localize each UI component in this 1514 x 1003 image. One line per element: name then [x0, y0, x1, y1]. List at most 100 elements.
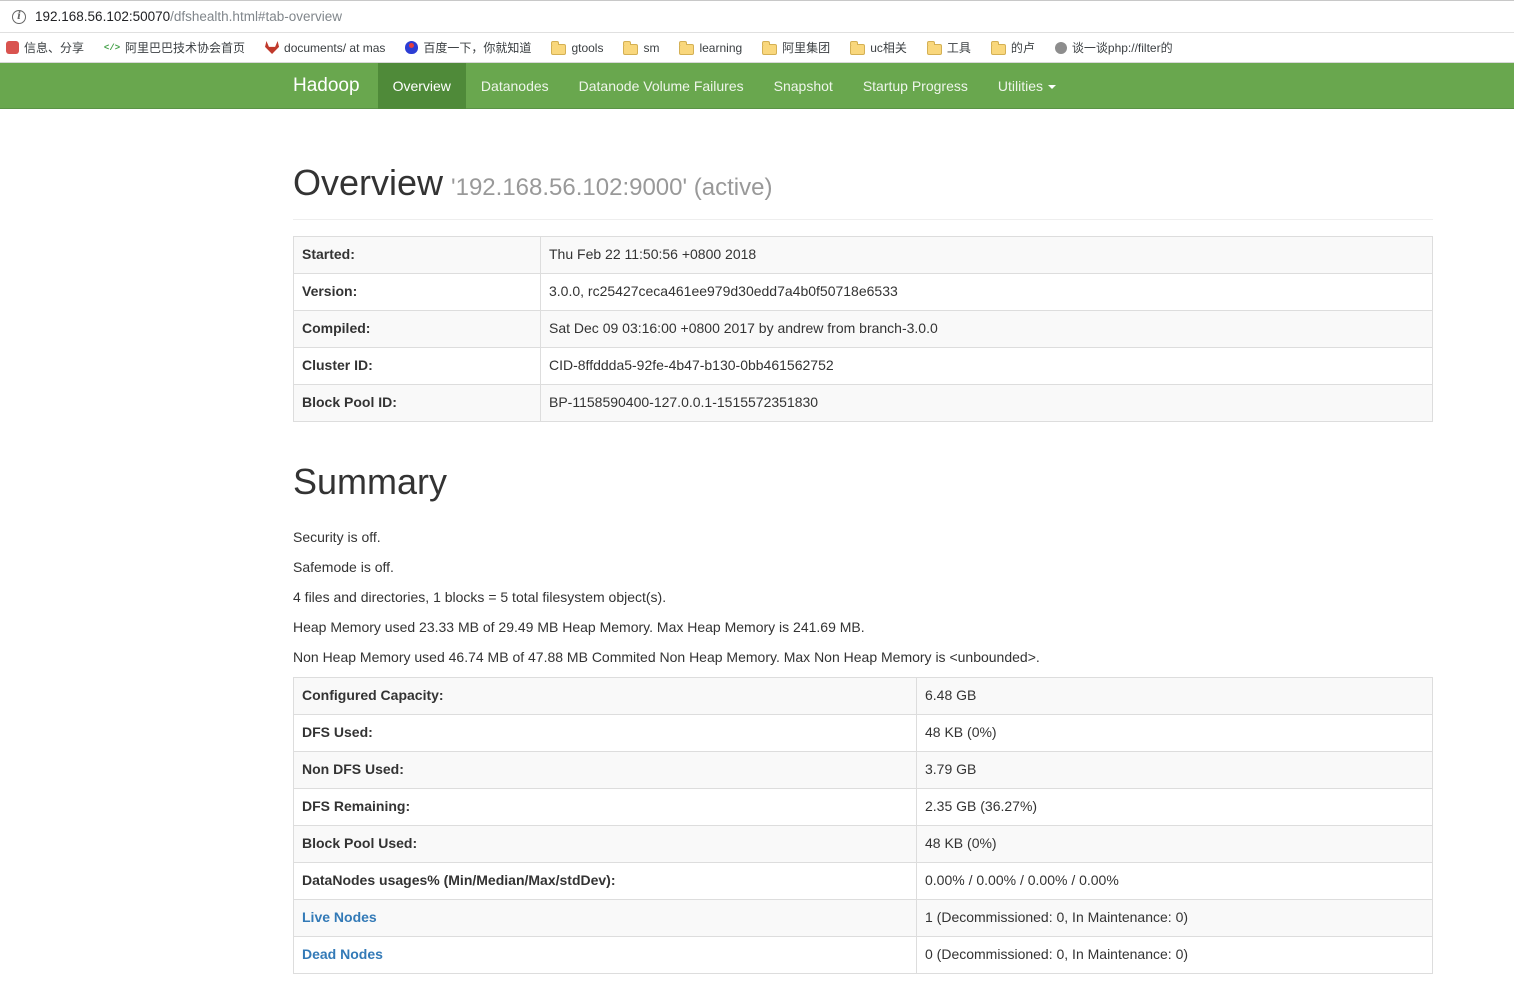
nav-tab-label: Datanodes [480, 78, 549, 94]
overview-title: Overview [293, 162, 444, 203]
brand-hadoop[interactable]: Hadoop [293, 63, 360, 109]
bookmark-item[interactable]: 信息、分享 [6, 39, 84, 56]
summary-line: 4 files and directories, 1 blocks = 5 to… [293, 589, 667, 606]
row-value: BP-1158590400-127.0.0.1-1515572351830 [540, 383, 1433, 422]
row-label: DataNodes usages% (Min/Median/Max/stdDev… [293, 862, 917, 901]
bookmark-item[interactable]: 阿里巴巴技术协会首页 [104, 39, 245, 56]
bookmark-item[interactable]: documents/ at mas [265, 41, 385, 55]
nav-tab-label: Startup Progress [862, 78, 968, 94]
row-value: 3.0.0, rc25427ceca461ee979d30edd7a4b0f50… [540, 272, 1433, 311]
folder-icon [926, 40, 942, 55]
browser-chrome: 192.168.56.102:50070/dfshealth.html#tab-… [0, 0, 1514, 63]
bookmark-item[interactable]: 百度一下，你就知道 [405, 39, 531, 56]
url-bar[interactable]: 192.168.56.102:50070/dfshealth.html#tab-… [0, 0, 1514, 33]
bookmark-item[interactable]: uc相关 [850, 39, 907, 56]
summary-line: Heap Memory used 23.33 MB of 29.49 MB He… [293, 619, 865, 636]
nav-tabs: Overview Datanodes Datanode Volume Failu… [377, 63, 1071, 109]
nav-tab-label: Snapshot [773, 78, 833, 94]
nav-tab[interactable]: Utilities [983, 63, 1071, 109]
url-path: /dfshealth.html#tab-overview [170, 9, 342, 24]
row-link[interactable]: Dead Nodes [293, 936, 917, 974]
bookmark-label: 阿里巴巴技术协会首页 [125, 41, 246, 55]
bookmark-label: 阿里集团 [782, 41, 831, 55]
table-row: Block Pool ID: BP-1158590400-127.0.0.1-1… [293, 383, 1433, 422]
overview-subtitle: '192.168.56.102:9000' (active) [451, 174, 773, 201]
chevron-down-icon [1048, 85, 1056, 90]
bookmark-item[interactable]: learning [679, 40, 742, 55]
table-row: Live Nodes 1 (Decommissioned: 0, In Main… [293, 899, 1433, 937]
table-row: Started: Thu Feb 22 11:50:56 +0800 2018 [293, 235, 1433, 274]
nav-tab[interactable]: Startup Progress [848, 63, 983, 109]
bookmark-item[interactable]: 阿里集团 [762, 39, 830, 56]
row-label: Block Pool ID: [293, 383, 541, 422]
row-value: Thu Feb 22 11:50:56 +0800 2018 [540, 235, 1433, 274]
row-value: 48 KB (0%) [916, 825, 1433, 864]
info-icon[interactable] [12, 9, 26, 24]
bookmark-label: documents/ at mas [284, 40, 386, 55]
nav-tab-label: Overview [392, 78, 451, 94]
row-label: Version: [293, 272, 541, 311]
row-value: 6.48 GB [916, 677, 1433, 716]
row-label: Compiled: [293, 309, 541, 348]
nav-tab[interactable]: Datanodes [466, 63, 564, 109]
row-label: Cluster ID: [293, 346, 541, 385]
bookmark-label: 谈一谈php://filter的 [1071, 41, 1173, 55]
bookmark-label: 百度一下，你就知道 [423, 41, 532, 55]
folder-icon [623, 40, 639, 55]
summary-title: Summary [293, 460, 448, 502]
share-icon [6, 41, 19, 54]
nav-tab-label: Utilities [997, 78, 1043, 94]
folder-icon [551, 40, 567, 55]
url-host: 192.168.56.102:50070 [35, 9, 171, 24]
table-row: Dead Nodes 0 (Decommissioned: 0, In Main… [293, 936, 1433, 974]
folder-icon [762, 40, 778, 55]
table-row: Non DFS Used: 3.79 GB [293, 751, 1433, 790]
row-value: Sat Dec 09 03:16:00 +0800 2017 by andrew… [540, 309, 1433, 348]
row-label: Block Pool Used: [293, 825, 917, 864]
table-row: Block Pool Used: 48 KB (0%) [293, 825, 1433, 864]
row-value: 0.00% / 0.00% / 0.00% / 0.00% [916, 862, 1433, 901]
nav-tab[interactable]: Snapshot [759, 63, 848, 109]
summary-table: Configured Capacity: 6.48 GB DFS Used: 4… [293, 677, 1433, 974]
table-row: DFS Remaining: 2.35 GB (36.27%) [293, 788, 1433, 827]
nav-tab[interactable]: Datanode Volume Failures [564, 63, 759, 109]
bookmark-item[interactable]: gtools [551, 40, 604, 55]
summary-line: Security is off. [293, 529, 381, 546]
page-title: Overview '192.168.56.102:9000' (active) [293, 163, 1433, 203]
main-content: Overview '192.168.56.102:9000' (active) S… [293, 163, 1433, 974]
row-value: 2.35 GB (36.27%) [916, 788, 1433, 827]
table-row: Cluster ID: CID-8ffddda5-92fe-4b47-b130-… [293, 346, 1433, 385]
summary-line: Non Heap Memory used 46.74 MB of 47.88 M… [293, 649, 1040, 666]
row-value: 48 KB (0%) [916, 714, 1433, 753]
baidu-icon [405, 41, 419, 54]
table-row: DFS Used: 48 KB (0%) [293, 714, 1433, 753]
overview-table: Started: Thu Feb 22 11:50:56 +0800 2018 … [293, 235, 1433, 422]
bookmark-label: 工具 [946, 41, 971, 55]
row-label: DFS Used: [293, 714, 917, 753]
bookmark-item[interactable]: 的卢 [990, 39, 1035, 56]
summary-line: Safemode is off. [293, 559, 394, 576]
page-icon [1054, 41, 1067, 54]
bookmark-item[interactable]: 工具 [926, 39, 971, 56]
bookmark-label: 信息、分享 [24, 41, 85, 55]
row-value: 3.79 GB [916, 751, 1433, 790]
nav-tab[interactable]: Overview [377, 63, 466, 109]
table-row: DataNodes usages% (Min/Median/Max/stdDev… [293, 862, 1433, 901]
table-row: Compiled: Sat Dec 09 03:16:00 +0800 2017… [293, 309, 1433, 348]
row-value: 1 (Decommissioned: 0, In Maintenance: 0) [916, 899, 1433, 937]
summary-lines: Security is off. Safemode is off. 4 file… [293, 527, 1433, 667]
table-row: Version: 3.0.0, rc25427ceca461ee979d30ed… [293, 272, 1433, 311]
bookmark-label: uc相关 [870, 41, 907, 55]
divider [293, 218, 1433, 220]
url-text[interactable]: 192.168.56.102:50070/dfshealth.html#tab-… [35, 9, 342, 24]
table-row: Configured Capacity: 6.48 GB [293, 677, 1433, 716]
bookmark-label: gtools [571, 40, 604, 55]
bookmark-item[interactable]: sm [623, 40, 659, 55]
row-label: Non DFS Used: [293, 751, 917, 790]
row-link[interactable]: Live Nodes [293, 899, 917, 937]
bookmark-label: 的卢 [1010, 41, 1035, 55]
bookmark-item[interactable]: 谈一谈php://filter的 [1054, 39, 1173, 56]
folder-icon [990, 40, 1006, 55]
row-label: Configured Capacity: [293, 677, 917, 716]
row-label: DFS Remaining: [293, 788, 917, 827]
